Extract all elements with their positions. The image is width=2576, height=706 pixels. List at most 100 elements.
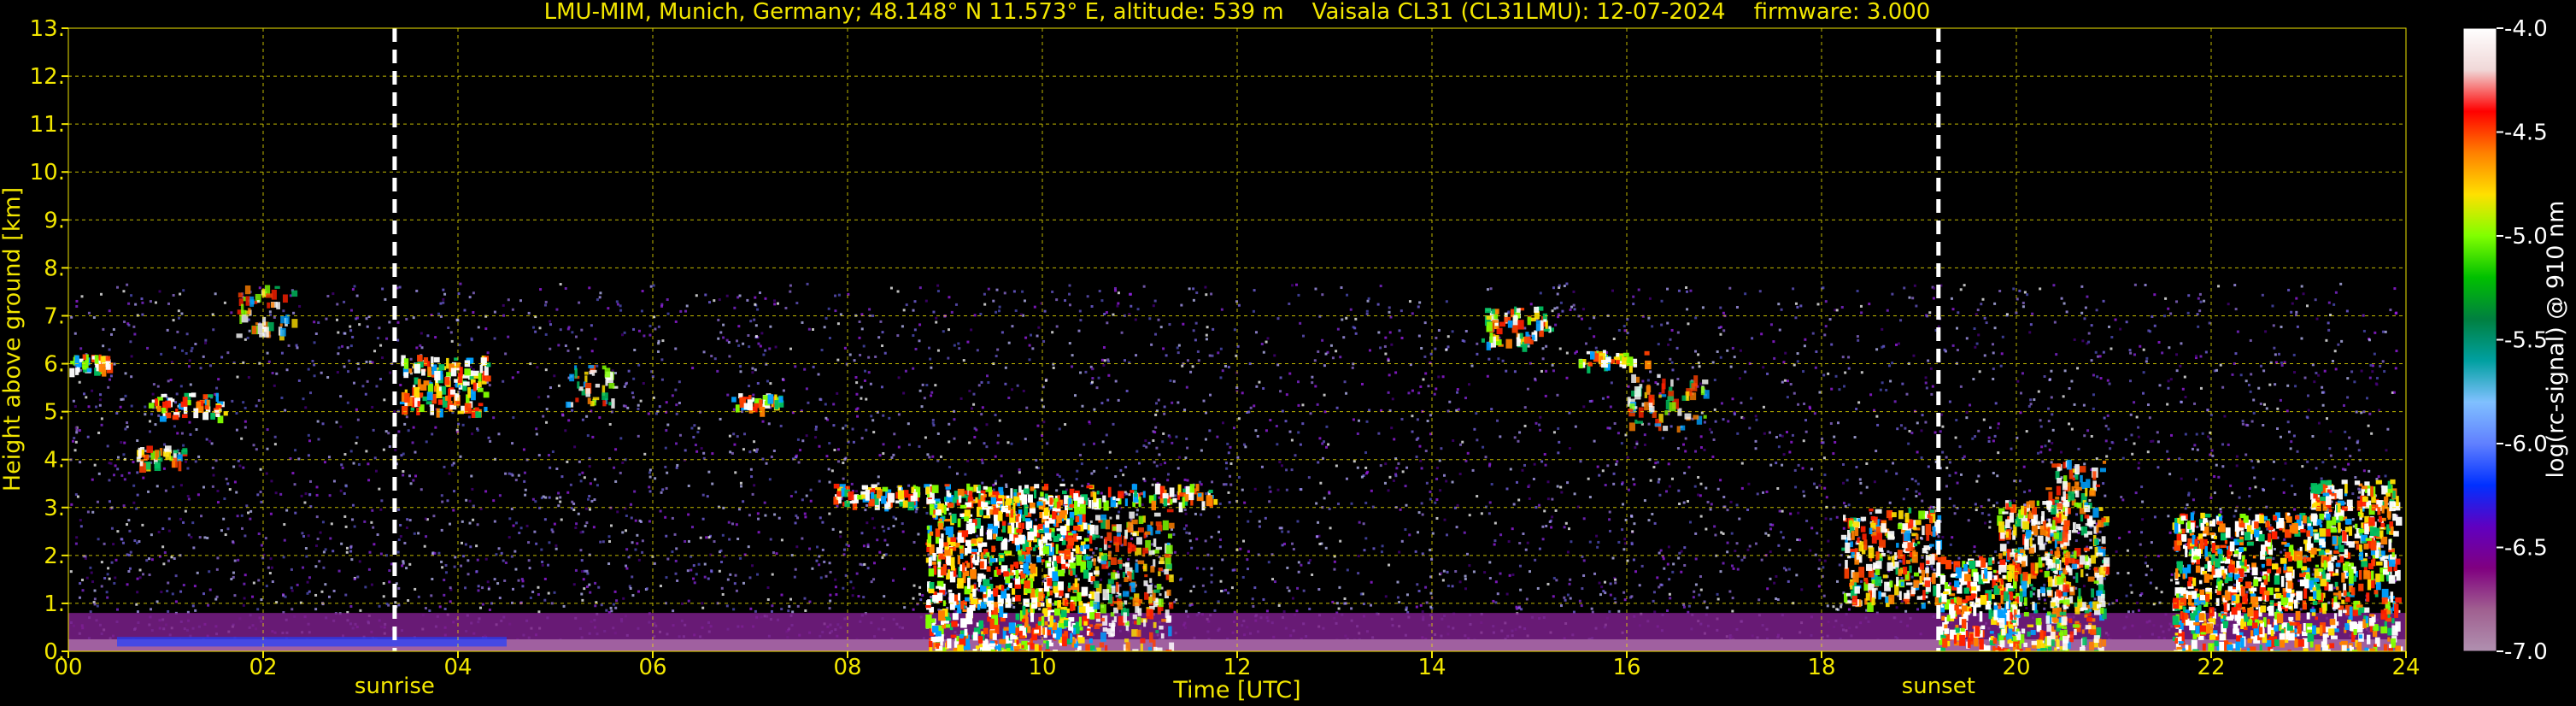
noise-dot (108, 309, 111, 313)
noise-dot (1568, 447, 1571, 450)
noise-dot (1254, 331, 1258, 334)
noise-dot (2126, 549, 2129, 552)
noise-dot (883, 595, 886, 598)
noise-dot (1844, 371, 1847, 374)
noise-dot (1797, 511, 1800, 515)
noise-dot (1608, 510, 1611, 514)
noise-dot (1687, 604, 1691, 608)
noise-dot (970, 328, 973, 332)
noise-dot (581, 598, 584, 602)
noise-dot (1853, 436, 1857, 439)
noise-dot (1716, 592, 1719, 596)
noise-dot (412, 426, 415, 429)
noise-dot (1533, 462, 1536, 466)
noise-dot (1681, 443, 1685, 446)
noise-dot (1983, 521, 1986, 525)
noise-dot (1343, 602, 1347, 605)
noise-dot (200, 515, 203, 518)
noise-dot (1438, 459, 1441, 462)
noise-dot (581, 471, 584, 474)
noise-dot (1593, 439, 1596, 443)
noise-dot (1005, 485, 1008, 488)
noise-dot (2043, 375, 2046, 379)
noise-dot (1464, 577, 1467, 580)
noise-dot (1762, 491, 1765, 494)
noise-dot (1142, 477, 1146, 480)
noise-dot (1534, 421, 1538, 425)
noise-dot (128, 529, 132, 532)
noise-dot (1604, 484, 1607, 487)
noise-dot (1710, 503, 1713, 506)
noise-dot (883, 351, 887, 355)
noise-dot (191, 604, 195, 608)
noise-dot (821, 521, 824, 524)
noise-dot (1634, 570, 1638, 574)
noise-dot (1265, 609, 1269, 613)
noise-dot (1546, 497, 1550, 501)
noise-dot (344, 525, 348, 528)
noise-dot (557, 384, 560, 387)
noise-dot (1739, 349, 1742, 352)
noise-dot (127, 302, 131, 305)
noise-dot (103, 577, 107, 580)
noise-dot (212, 474, 215, 477)
noise-dot (666, 557, 670, 561)
noise-dot (1794, 485, 1798, 489)
noise-dot (1058, 427, 1061, 431)
noise-dot (769, 382, 772, 385)
noise-dot (1488, 576, 1492, 580)
noise-dot (2083, 434, 2086, 438)
noise-dot (675, 403, 678, 407)
noise-dot (1706, 500, 1710, 503)
noise-dot (2198, 292, 2202, 296)
noise-dot (1439, 489, 1442, 492)
noise-dot (1588, 399, 1592, 403)
noise-dot (1859, 304, 1863, 308)
noise-dot (1793, 391, 1796, 395)
noise-dot (1954, 436, 1957, 439)
noise-dot (2306, 460, 2309, 463)
noise-dot (2124, 438, 2127, 441)
noise-dot (1092, 551, 1095, 555)
noise-dot (1102, 345, 1106, 349)
noise-dot (488, 384, 491, 387)
noise-dot (297, 379, 301, 382)
noise-dot (1429, 548, 1432, 551)
noise-dot (1683, 563, 1687, 567)
noise-dot (2131, 452, 2134, 456)
noise-dot (529, 596, 532, 599)
noise-dot (2300, 337, 2303, 340)
noise-dot (171, 592, 174, 596)
noise-dot (349, 344, 353, 348)
noise-dot (1268, 485, 1271, 489)
noise-dot (133, 332, 137, 336)
noise-dot (1488, 464, 1491, 468)
noise-dot (152, 383, 155, 386)
noise-dot (827, 307, 830, 310)
noise-dot (1711, 455, 1715, 458)
noise-dot (1523, 406, 1527, 409)
noise-dot (2357, 449, 2361, 452)
noise-dot (1730, 532, 1734, 535)
noise-dot (2280, 325, 2283, 328)
noise-dot (1388, 306, 1391, 309)
noise-dot (1405, 606, 1408, 609)
noise-dot (1350, 607, 1353, 610)
noise-dot (545, 421, 549, 424)
noise-dot (808, 547, 812, 550)
noise-dot (816, 545, 819, 549)
noise-dot (188, 359, 191, 362)
noise-dot (2137, 467, 2140, 470)
noise-dot (1517, 498, 1521, 502)
noise-dot (1875, 415, 1879, 418)
noise-dot (1486, 374, 1489, 378)
noise-dot (733, 443, 736, 446)
noise-dot (511, 376, 514, 379)
noise-dot (719, 549, 723, 552)
noise-dot (336, 318, 339, 321)
noise-dot (828, 562, 831, 565)
noise-dot (2244, 379, 2248, 383)
noise-dot (897, 376, 901, 379)
noise-dot (648, 468, 652, 472)
noise-dot (924, 299, 928, 303)
